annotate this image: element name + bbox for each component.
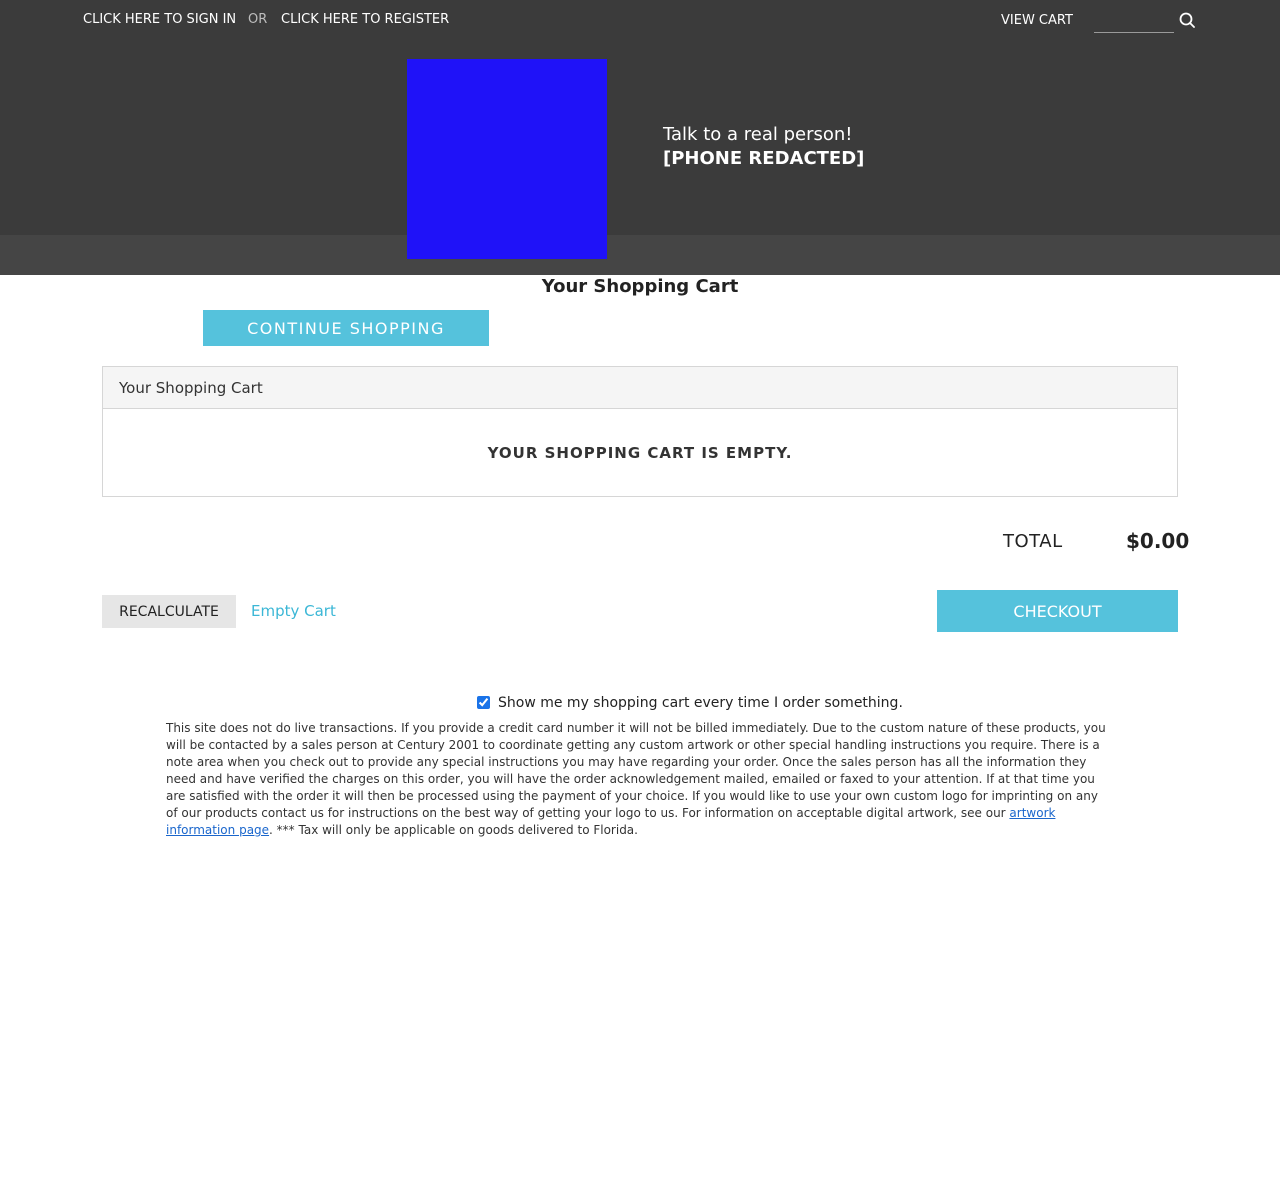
show-cart-checkbox[interactable] <box>477 696 490 709</box>
empty-cart-link[interactable]: Empty Cart <box>251 602 336 620</box>
recalculate-button[interactable]: RECALCULATE <box>102 595 236 628</box>
phone-number: [PHONE REDACTED] <box>663 148 865 169</box>
talk-to-person-text: Talk to a real person! <box>663 124 853 145</box>
show-cart-label: Show me my shopping cart every time I or… <box>498 695 903 711</box>
search-icon[interactable] <box>1179 12 1195 28</box>
search-input[interactable] <box>1094 8 1174 32</box>
cart-panel: Your Shopping Cart YOUR SHOPPING CART IS… <box>102 366 1178 497</box>
site-logo[interactable] <box>407 59 607 259</box>
sign-in-link[interactable]: CLICK HERE TO SIGN IN <box>83 12 236 27</box>
search-box <box>1094 8 1174 33</box>
view-cart-link[interactable]: VIEW CART <box>1001 13 1073 28</box>
total-value: $0.00 <box>1126 529 1190 553</box>
page-title: Your Shopping Cart <box>541 276 739 297</box>
transaction-notice: This site does not do live transactions.… <box>166 720 1110 839</box>
total-label: TOTAL <box>1003 531 1063 552</box>
notice-text-after: . *** Tax will only be applicable on goo… <box>269 823 638 837</box>
cart-empty-message: YOUR SHOPPING CART IS EMPTY. <box>487 444 793 462</box>
notice-text-before: This site does not do live transactions.… <box>166 721 1106 820</box>
checkout-button[interactable]: CHECKOUT <box>937 590 1178 632</box>
register-link[interactable]: CLICK HERE TO REGISTER <box>281 12 449 27</box>
contact-block: Talk to a real person! [PHONE REDACTED] <box>663 123 864 171</box>
show-cart-preference: Show me my shopping cart every time I or… <box>477 695 903 711</box>
cart-panel-header: Your Shopping Cart <box>103 367 1177 409</box>
continue-shopping-button[interactable]: CONTINUE SHOPPING <box>203 310 489 346</box>
nav-bar <box>0 235 1280 275</box>
or-separator: OR <box>248 12 268 27</box>
site-header: CLICK HERE TO SIGN IN OR CLICK HERE TO R… <box>0 0 1280 235</box>
